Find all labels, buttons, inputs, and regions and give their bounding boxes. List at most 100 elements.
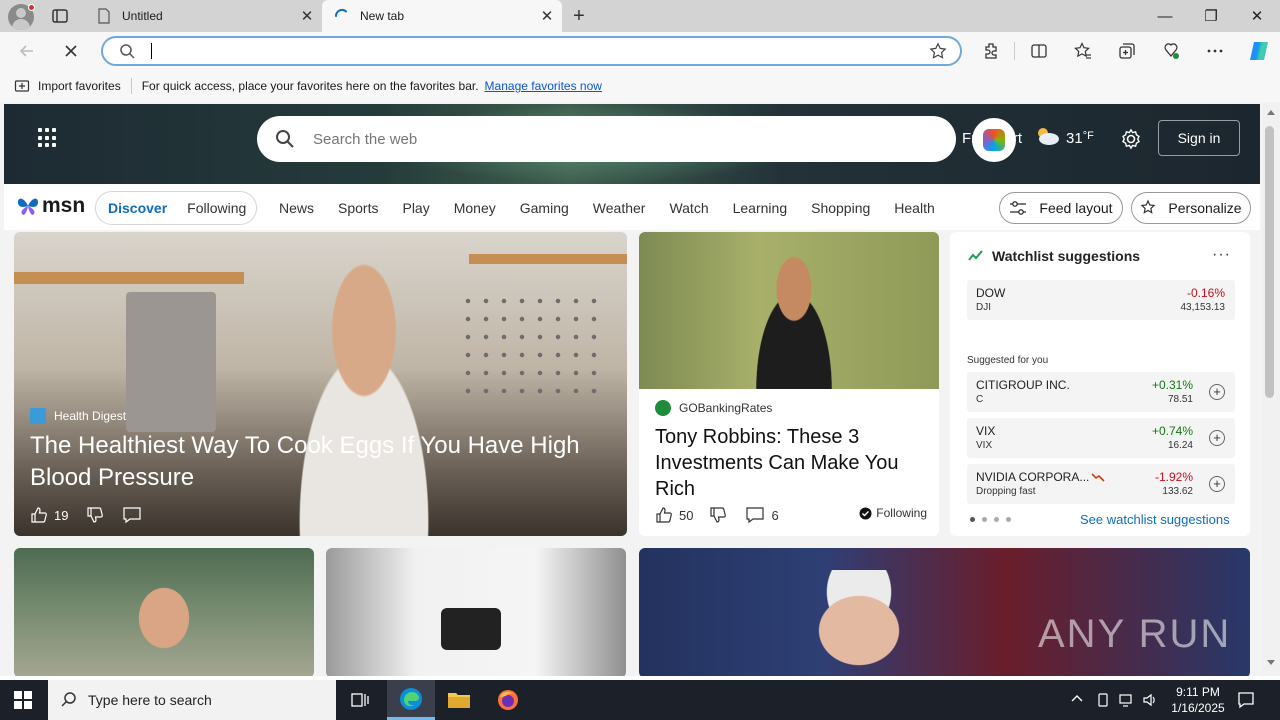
add-to-watchlist-icon[interactable]: + bbox=[1209, 476, 1225, 492]
category-watch[interactable]: Watch bbox=[669, 200, 708, 216]
category-sports[interactable]: Sports bbox=[338, 200, 378, 216]
comment-icon[interactable] bbox=[745, 506, 765, 524]
story-card-image[interactable] bbox=[326, 548, 626, 676]
tab-label: Untitled bbox=[122, 9, 163, 23]
carousel-pagination[interactable] bbox=[970, 517, 1018, 522]
following-tab[interactable]: Following bbox=[187, 200, 246, 216]
collections-icon[interactable] bbox=[1116, 40, 1138, 62]
clock-time: 9:11 PM bbox=[1176, 685, 1220, 699]
address-bar[interactable] bbox=[101, 36, 962, 66]
search-icon bbox=[61, 692, 76, 707]
navigation-bar bbox=[0, 32, 1280, 70]
web-search-input[interactable] bbox=[313, 128, 913, 150]
scroll-down-arrow-icon[interactable] bbox=[1267, 660, 1275, 665]
close-window-button[interactable]: ✕ bbox=[1234, 0, 1280, 32]
system-clock[interactable]: 9:11 PM 1/16/2025 bbox=[1166, 684, 1230, 716]
story-card-image[interactable] bbox=[14, 548, 314, 676]
category-weather[interactable]: Weather bbox=[593, 200, 646, 216]
device-icon[interactable] bbox=[1096, 692, 1110, 711]
network-icon[interactable] bbox=[1118, 692, 1134, 711]
copilot-button-icon[interactable] bbox=[972, 118, 1016, 162]
split-screen-icon[interactable] bbox=[1028, 40, 1050, 62]
discover-tab[interactable]: Discover bbox=[108, 200, 167, 216]
weather-temperature[interactable]: 31°F bbox=[1066, 130, 1094, 147]
secondary-story-card[interactable]: GOBankingRates Tony Robbins: These 3 Inv… bbox=[639, 232, 939, 536]
settings-gear-icon[interactable] bbox=[1120, 128, 1142, 155]
sign-in-button[interactable]: Sign in bbox=[1158, 120, 1240, 156]
new-tab-button[interactable]: + bbox=[568, 5, 590, 27]
story-headline[interactable]: Tony Robbins: These 3 Investments Can Ma… bbox=[655, 424, 927, 502]
import-favorites-button[interactable]: Import favorites bbox=[14, 78, 121, 94]
page-scrollbar[interactable] bbox=[1262, 102, 1280, 676]
app-launcher-icon[interactable] bbox=[38, 128, 58, 148]
category-learning[interactable]: Learning bbox=[733, 200, 788, 216]
tab-untitled[interactable]: Untitled ✕ bbox=[84, 0, 322, 32]
notification-center-icon[interactable] bbox=[1236, 690, 1256, 710]
see-watchlist-link[interactable]: See watchlist suggestions bbox=[1080, 512, 1230, 527]
file-explorer-icon[interactable] bbox=[435, 680, 483, 720]
stock-row-citigroup[interactable]: CITIGROUP INC. C +0.31% 78.51 + bbox=[967, 372, 1235, 412]
scrollbar-thumb[interactable] bbox=[1265, 126, 1274, 398]
story-headline[interactable]: The Healthiest Way To Cook Eggs If You H… bbox=[30, 430, 610, 494]
copilot-icon[interactable] bbox=[1246, 38, 1272, 64]
stock-row-nvidia[interactable]: NVIDIA CORPORA... Dropping fast -1.92% 1… bbox=[967, 464, 1235, 504]
personalize-button[interactable]: Personalize bbox=[1131, 192, 1251, 224]
stock-row-dow[interactable]: DOW DJI -0.16% 43,153.13 bbox=[967, 280, 1235, 320]
edge-taskbar-icon[interactable] bbox=[387, 680, 435, 720]
msn-wordmark: msn bbox=[42, 194, 86, 217]
story-source[interactable]: GOBankingRates bbox=[655, 400, 772, 416]
firefox-icon[interactable] bbox=[484, 680, 532, 720]
category-play[interactable]: Play bbox=[402, 200, 429, 216]
like-count: 19 bbox=[54, 507, 69, 523]
more-options-icon[interactable] bbox=[1204, 40, 1226, 62]
dislike-icon[interactable] bbox=[709, 506, 727, 524]
favorites-icon[interactable] bbox=[1072, 40, 1094, 62]
minimize-button[interactable]: — bbox=[1142, 0, 1188, 32]
favorite-star-icon[interactable] bbox=[929, 42, 947, 65]
loading-spinner-icon bbox=[334, 8, 350, 24]
category-money[interactable]: Money bbox=[454, 200, 496, 216]
task-view-icon[interactable] bbox=[336, 680, 384, 720]
watchlist-title-text: Watchlist suggestions bbox=[992, 248, 1141, 264]
web-search-box[interactable] bbox=[257, 116, 956, 162]
stock-row-vix[interactable]: VIX VIX +0.74% 16.24 + bbox=[967, 418, 1235, 458]
manage-favorites-link[interactable]: Manage favorites now bbox=[485, 79, 602, 93]
more-options-icon[interactable]: ··· bbox=[1212, 246, 1231, 264]
feed-layout-button[interactable]: Feed layout bbox=[999, 192, 1123, 224]
category-shopping[interactable]: Shopping bbox=[811, 200, 870, 216]
category-health[interactable]: Health bbox=[894, 200, 934, 216]
windows-start-icon[interactable] bbox=[14, 691, 32, 709]
add-to-watchlist-icon[interactable]: + bbox=[1209, 384, 1225, 400]
category-gaming[interactable]: Gaming bbox=[520, 200, 569, 216]
story-image-shelf bbox=[469, 254, 627, 264]
scroll-up-arrow-icon[interactable] bbox=[1267, 110, 1275, 115]
watchlist-title[interactable]: Watchlist suggestions bbox=[968, 248, 1140, 264]
browser-essentials-icon[interactable] bbox=[1160, 40, 1182, 62]
extensions-icon[interactable] bbox=[980, 40, 1002, 62]
add-to-watchlist-icon[interactable]: + bbox=[1209, 430, 1225, 446]
volume-icon[interactable] bbox=[1142, 692, 1158, 711]
like-icon[interactable] bbox=[655, 506, 673, 524]
close-tab-icon[interactable]: ✕ bbox=[296, 5, 318, 27]
maximize-button[interactable]: ❐ bbox=[1188, 0, 1234, 32]
tab-new-tab[interactable]: New tab ✕ bbox=[322, 0, 562, 32]
category-tabs: News Sports Play Money Gaming Weather Wa… bbox=[279, 200, 959, 216]
stop-loading-icon[interactable] bbox=[58, 38, 84, 64]
following-indicator[interactable]: Following bbox=[859, 506, 927, 520]
address-input[interactable] bbox=[155, 41, 895, 63]
dislike-icon[interactable] bbox=[86, 506, 104, 524]
show-hidden-icons-icon[interactable] bbox=[1070, 692, 1084, 709]
tab-actions-icon[interactable] bbox=[50, 6, 70, 26]
like-icon[interactable] bbox=[30, 506, 48, 524]
import-favorites-label: Import favorites bbox=[38, 79, 121, 93]
comment-icon[interactable] bbox=[122, 506, 142, 524]
featured-story-card[interactable]: Health Digest The Healthiest Way To Cook… bbox=[14, 232, 627, 536]
category-news[interactable]: News bbox=[279, 200, 314, 216]
msn-logo[interactable]: msn bbox=[16, 194, 85, 218]
story-source[interactable]: Health Digest bbox=[30, 408, 126, 424]
tab-label: New tab bbox=[360, 9, 405, 23]
trending-down-icon bbox=[1091, 471, 1105, 485]
taskbar-search-box[interactable]: Type here to search bbox=[48, 680, 336, 720]
back-arrow-icon[interactable] bbox=[14, 38, 40, 64]
close-tab-icon[interactable]: ✕ bbox=[536, 5, 558, 27]
